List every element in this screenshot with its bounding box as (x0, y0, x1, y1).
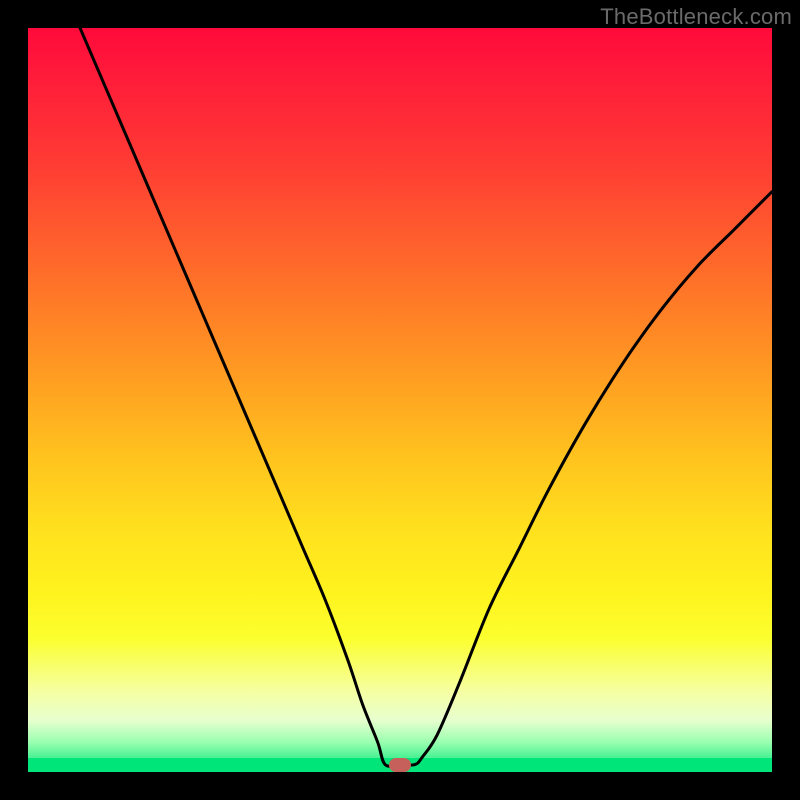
minimum-marker (389, 758, 411, 772)
chart-frame: TheBottleneck.com (0, 0, 800, 800)
curve-svg (28, 28, 772, 772)
plot-area (28, 28, 772, 772)
watermark-label: TheBottleneck.com (600, 4, 792, 30)
bottleneck-curve (80, 28, 772, 766)
